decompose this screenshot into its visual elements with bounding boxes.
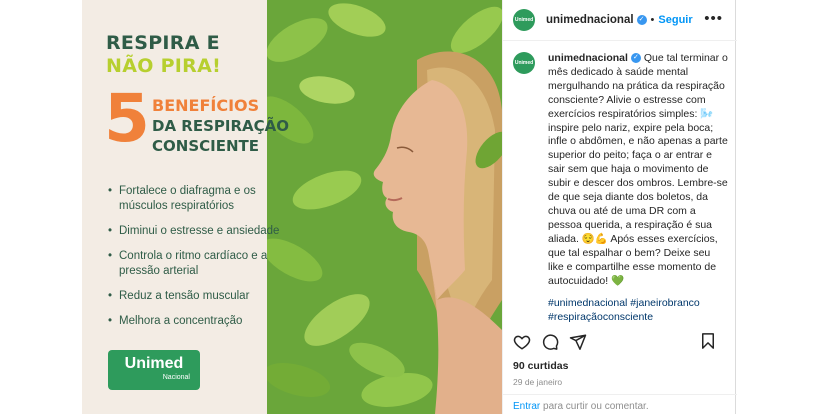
- verified-badge-icon: ✓: [630, 53, 641, 64]
- subhead: BENEFÍCIOS DA RESPIRAÇÃO CONSCIENTE: [152, 96, 289, 156]
- header-divider: [503, 40, 737, 41]
- benefit-item: Melhora a concentração: [108, 314, 283, 329]
- follow-button[interactable]: Seguir: [658, 14, 692, 26]
- caption-text: Que tal terminar o mês dedicado à saúde …: [548, 52, 728, 287]
- post-image[interactable]: RESPIRA E NÃO PIRA! 5 BENEFÍCIOS DA RESP…: [82, 0, 502, 414]
- login-prompt-text: para curtir ou comentar.: [540, 401, 649, 412]
- caption-username[interactable]: unimednacional: [548, 52, 628, 64]
- benefit-item: Diminui o estresse e ansiedade: [108, 224, 283, 239]
- benefit-item: Fortalece o diafragma e os músculos resp…: [108, 184, 283, 214]
- headline-line-2: NÃO PIRA!: [106, 55, 222, 77]
- subhead-line-1: BENEFÍCIOS: [152, 96, 260, 115]
- benefits-count: 5: [104, 80, 150, 157]
- caption-avatar[interactable]: Unimed: [513, 52, 535, 74]
- verified-badge-icon: ✓: [636, 15, 647, 25]
- benefit-item: Controla o ritmo cardíaco e a pressão ar…: [108, 249, 283, 279]
- post-date[interactable]: 29 de janeiro: [513, 377, 562, 387]
- header-username[interactable]: unimednacional: [546, 14, 634, 26]
- caption-hashtags[interactable]: #unimednacional #janeirobranco #respiraç…: [548, 297, 728, 325]
- woman-breathing-photo: [267, 0, 502, 414]
- subhead-line-2: DA RESPIRAÇÃO: [152, 117, 289, 135]
- post-details-panel: Unimed unimednacional ✓ • Seguir ••• Uni…: [502, 0, 737, 414]
- subhead-line-3: CONSCIENTE: [152, 137, 259, 155]
- separator-dot: •: [650, 14, 655, 26]
- comment-divider: [503, 394, 737, 395]
- benefits-list: Fortalece o diafragma e os músculos resp…: [108, 184, 283, 339]
- likes-count[interactable]: 90 curtidas: [513, 360, 568, 372]
- avatar[interactable]: Unimed: [513, 9, 535, 31]
- caption-text-block: unimednacional ✓ Que tal terminar o mês d…: [548, 52, 728, 325]
- login-prompt: Entrar para curtir ou comentar.: [513, 401, 649, 412]
- benefit-item: Reduz a tensão muscular: [108, 289, 283, 304]
- headline-line-1: RESPIRA E: [106, 32, 220, 54]
- share-icon[interactable]: [569, 333, 587, 351]
- unimed-logo: Unimed Nacional: [108, 350, 200, 390]
- logo-sub: Nacional: [162, 374, 190, 381]
- heart-icon[interactable]: [513, 333, 531, 351]
- more-horizontal-icon[interactable]: •••: [704, 10, 723, 27]
- post-header: Unimed unimednacional ✓ • Seguir •••: [503, 0, 737, 40]
- logo-brand: Unimed: [124, 355, 184, 372]
- action-bar: [513, 332, 727, 352]
- login-link[interactable]: Entrar: [513, 401, 540, 412]
- comment-icon[interactable]: [541, 333, 559, 351]
- bookmark-icon[interactable]: [699, 332, 717, 350]
